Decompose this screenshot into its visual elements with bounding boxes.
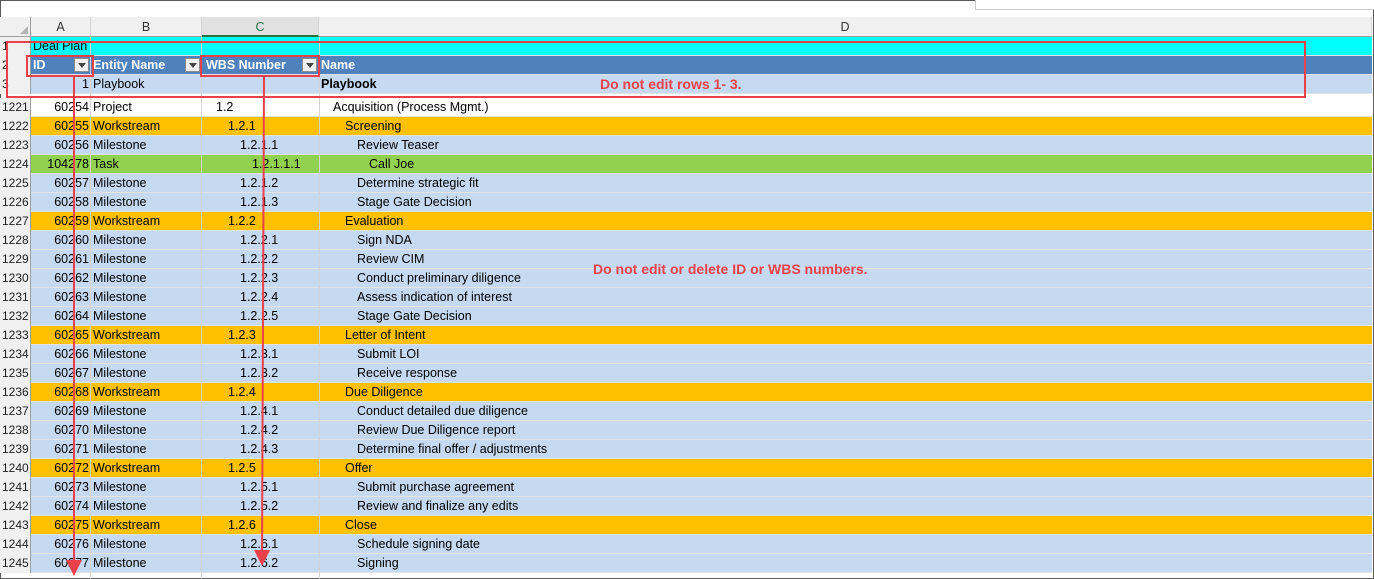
wbs-column-arrow [254,76,271,566]
annotation-arrows [66,76,271,576]
